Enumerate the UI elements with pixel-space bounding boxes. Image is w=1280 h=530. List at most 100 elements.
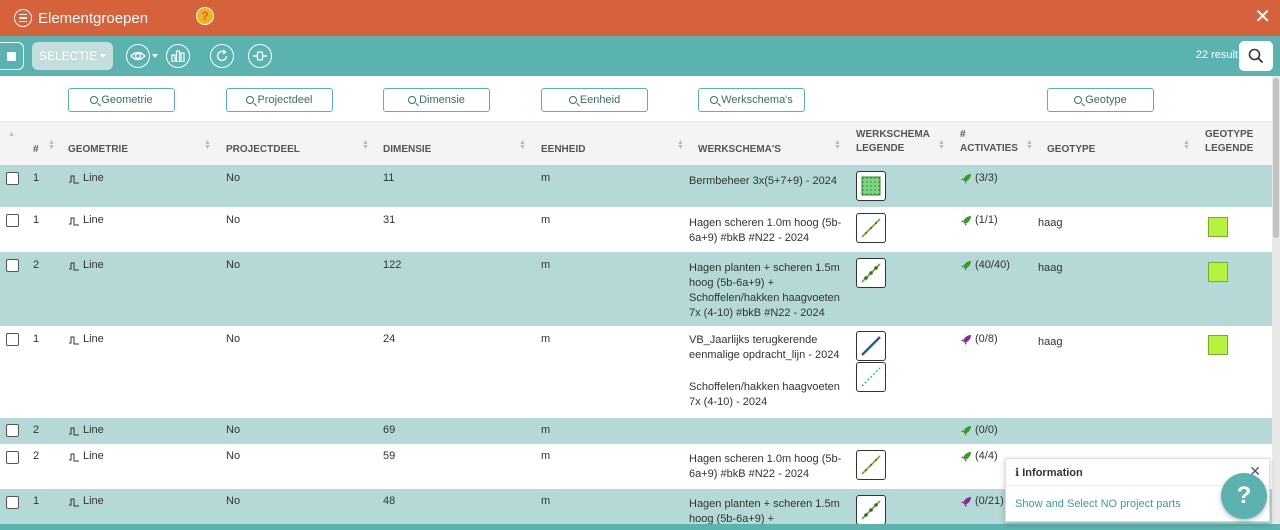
- row-eenheid: m: [541, 495, 551, 507]
- header-werkschemas[interactable]: WERKSCHEMA'S: [698, 143, 781, 157]
- row-activaties: (0/0): [960, 423, 998, 438]
- rocket-icon: [961, 334, 971, 345]
- header-dimensie[interactable]: DIMENSIE: [383, 143, 431, 157]
- row-werkschema: Hagen planten + scheren 1.5m hoog (5b-6a…: [689, 498, 840, 524]
- filter-werkschemas-button[interactable]: Werkschema's: [698, 88, 805, 112]
- werkschema-legend-swatch: [856, 450, 886, 480]
- sort-icon[interactable]: ▲ ▼: [362, 139, 369, 151]
- header-activaties[interactable]: # ACTIVATIES: [960, 128, 1018, 156]
- filter-dimensie-button[interactable]: Dimensie: [383, 88, 490, 112]
- search-icon: [1074, 96, 1083, 104]
- filter-eenheid-button[interactable]: Eenheid: [541, 88, 648, 112]
- sort-icon[interactable]: ▲ ▼: [834, 139, 841, 151]
- row-projectdeel: No: [226, 172, 241, 184]
- row-checkbox[interactable]: [6, 259, 19, 272]
- row-geotype: haag: [1038, 262, 1063, 274]
- question-icon: ?: [1236, 482, 1252, 509]
- header-num[interactable]: #: [33, 143, 39, 157]
- sort-icon[interactable]: ▲ ▼: [48, 139, 55, 151]
- selection-dropdown[interactable]: SELECTIE: [32, 42, 113, 70]
- row-projectdeel: No: [226, 450, 241, 462]
- line-geometry-icon: [69, 175, 79, 183]
- search-button[interactable]: [1239, 41, 1273, 71]
- table-row[interactable]: 1 Line No 24 m VB_Jaarlijks terugkerende…: [0, 326, 1272, 418]
- row-activaties: (1/1): [960, 213, 998, 228]
- table-row[interactable]: 1 Line No 11 m Bermbeheer 3x(5+7+9) - 20…: [0, 165, 1272, 207]
- scrollbar-thumb[interactable]: [1273, 78, 1279, 238]
- filter-projectdeel-button[interactable]: Projectdeel: [226, 88, 333, 112]
- row-checkbox[interactable]: [6, 333, 19, 346]
- header-werkschema-legende[interactable]: WERKSCHEMA LEGENDE: [856, 128, 930, 156]
- row-dimensie: 122: [383, 259, 402, 271]
- header-geotype[interactable]: GEOTYPE: [1047, 143, 1095, 157]
- horizontal-scrollbar[interactable]: [0, 524, 1280, 530]
- rocket-icon: [961, 215, 971, 226]
- sort-icon[interactable]: ▲ ▼: [1026, 139, 1033, 151]
- stop-button[interactable]: [0, 42, 24, 70]
- row-projectdeel: No: [226, 495, 241, 507]
- sort-icon[interactable]: ▲ ▼: [677, 139, 684, 151]
- table-row[interactable]: 2 Line No 69 m (0/0): [0, 418, 1272, 444]
- eye-dropdown-chevron-icon[interactable]: [152, 54, 158, 58]
- sort-icon[interactable]: ▲ ▼: [1183, 139, 1190, 151]
- row-projectdeel: No: [226, 214, 241, 226]
- row-geotype: haag: [1038, 336, 1063, 348]
- row-checkbox[interactable]: [6, 496, 19, 509]
- row-dimensie: 24: [383, 333, 396, 345]
- row-projectdeel: No: [226, 259, 241, 271]
- slider-icon[interactable]: [248, 44, 272, 68]
- sort-icon[interactable]: ▲: [8, 131, 15, 138]
- row-num: 2: [33, 424, 40, 436]
- row-checkbox[interactable]: [6, 214, 19, 227]
- header-projectdeel[interactable]: PROJECTDEEL: [226, 143, 300, 157]
- rocket-icon: [961, 173, 971, 184]
- table-header: ▲ # ▲ ▼ GEOMETRIE ▲ ▼ PROJECTDEEL ▲ ▼ DIMEN…: [0, 121, 1272, 165]
- row-num: 1: [33, 333, 40, 345]
- header-geotype-legende[interactable]: GEOTYPE LEGENDE: [1205, 128, 1253, 156]
- list-circle-icon[interactable]: [14, 9, 32, 27]
- close-icon[interactable]: ✕: [1254, 5, 1271, 29]
- filter-row: Geometrie Projectdeel Dimensie Eenheid W…: [0, 76, 1272, 121]
- chevron-down-icon: [100, 54, 107, 58]
- sort-icon[interactable]: ▲ ▼: [519, 139, 526, 151]
- row-checkbox[interactable]: [6, 451, 19, 464]
- filter-geotype-button[interactable]: Geotype: [1047, 88, 1154, 112]
- line-geometry-icon: [69, 262, 79, 270]
- row-projectdeel: No: [226, 333, 241, 345]
- question-circle-icon[interactable]: ?: [196, 7, 214, 25]
- rocket-icon: [961, 496, 971, 507]
- row-eenheid: m: [541, 333, 551, 345]
- help-button[interactable]: ?: [1221, 473, 1267, 519]
- sort-icon[interactable]: ▲ ▼: [938, 139, 945, 151]
- filter-geometrie-button[interactable]: Geometrie: [68, 88, 175, 112]
- rocket-icon: [961, 425, 971, 436]
- refresh-icon[interactable]: [210, 44, 234, 68]
- table-row[interactable]: 2 Line No 122 m Hagen planten + scheren …: [0, 252, 1272, 326]
- row-geometrie: Line: [68, 494, 104, 509]
- werkschema-legend-swatch: [856, 331, 886, 361]
- row-werkschema: Bermbeheer 3x(5+7+9) - 2024: [689, 175, 837, 187]
- row-checkbox[interactable]: [6, 172, 19, 185]
- row-dimensie: 11: [383, 172, 395, 184]
- vertical-scrollbar[interactable]: [1272, 76, 1280, 524]
- eye-icon[interactable]: [126, 44, 150, 68]
- bar-chart-icon[interactable]: [166, 44, 190, 68]
- row-num: 1: [33, 214, 40, 226]
- line-geometry-icon: [69, 427, 79, 435]
- sort-icon[interactable]: ▲ ▼: [204, 139, 211, 151]
- row-projectdeel: No: [226, 424, 241, 436]
- row-eenheid: m: [541, 259, 551, 271]
- line-geometry-icon: [69, 217, 79, 225]
- search-icon: [408, 96, 417, 104]
- geotype-legend-swatch: [1208, 335, 1228, 355]
- table-row[interactable]: 1 Line No 31 m Hagen scheren 1.0m hoog (…: [0, 207, 1272, 252]
- header-eenheid[interactable]: EENHEID: [541, 143, 585, 157]
- row-num: 1: [33, 172, 40, 184]
- search-icon: [568, 96, 577, 104]
- information-body[interactable]: Show and Select NO project parts: [1015, 498, 1181, 510]
- row-eenheid: m: [541, 424, 551, 436]
- rocket-icon: [961, 451, 971, 462]
- row-checkbox[interactable]: [6, 424, 19, 437]
- header-geometrie[interactable]: GEOMETRIE: [68, 143, 128, 157]
- row-werkschema: VB_Jaarlijks terugkerende eenmalige opdr…: [689, 334, 840, 361]
